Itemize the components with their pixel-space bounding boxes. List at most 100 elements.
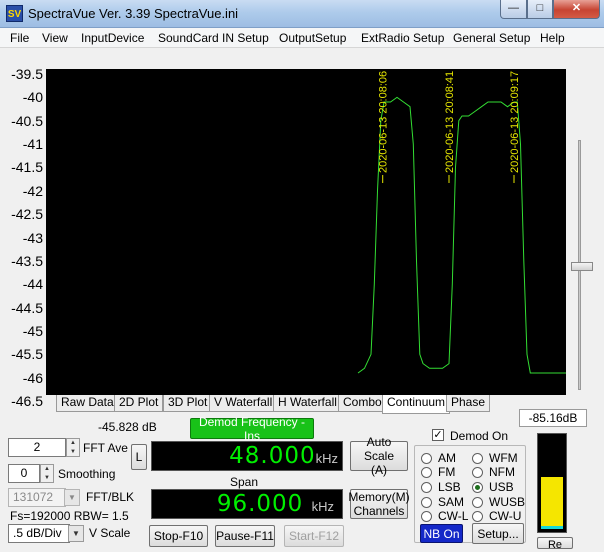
app-icon: SV [6,5,23,22]
start-button[interactable]: Start-F12 [284,525,344,547]
menu-help[interactable]: Help [540,31,565,45]
span-display[interactable]: 96.000 kHz [151,489,343,519]
y-tick-label: -42.5 [11,206,43,223]
menu-general-setup[interactable]: General Setup [453,31,530,45]
y-tick-label: -44.5 [11,299,43,316]
time-marker-label: 2020-06-13 20:08:41 [444,71,456,173]
spin-down-icon: ▼ [70,448,76,455]
y-tick-label: -40 [22,89,43,106]
mode-wfm[interactable]: WFM [472,451,518,465]
y-tick-label: -46 [22,369,43,386]
mode-usb-label: USB [489,480,514,494]
radio-icon [472,496,483,508]
channels-label: Channels [353,504,405,518]
tab-3d-plot[interactable]: 3D Plot [163,395,213,412]
tab-combo[interactable]: Combo [338,395,387,412]
tab-v-waterfall[interactable]: V Waterfall [209,395,278,412]
y-tick-label: -43.5 [11,252,43,269]
radio-icon [472,452,483,464]
close-icon: ✕ [571,2,582,14]
mode-nfm[interactable]: NFM [472,465,515,479]
maximize-icon: □ [536,2,544,14]
y-axis: -39.5 -40 -40.5 -41 -41.5 -42 -42.5 -43 -43.5 -44… [0,62,46,410]
mode-fm[interactable]: FM [421,465,455,479]
tab-continuum[interactable]: Continuum [382,395,451,414]
radio-icon [421,466,432,478]
mode-sam-label: SAM [438,495,465,509]
tab-raw-data[interactable]: Raw Data [56,395,119,412]
span-value: 96.000 [216,491,304,517]
close-button[interactable]: ✕ [553,0,600,19]
frequency-value: 48.000 [229,443,316,469]
l-button[interactable]: L [131,444,147,470]
tab-phase[interactable]: Phase [446,395,491,412]
smoothing-label: Smoothing [58,467,116,481]
radio-icon [472,510,483,522]
y-tick-label: -40.5 [11,112,43,129]
fft-ave-stepper[interactable]: ▲ ▼ [66,438,80,457]
mode-am[interactable]: AM [421,451,456,465]
mode-cw-u[interactable]: CW-U [472,509,521,523]
radio-icon [421,496,432,508]
menu-inputdevice[interactable]: InputDevice [81,31,144,45]
y-tick-label: -42 [22,182,43,199]
spectrum-plot[interactable]: 2020-06-13 20:08:06 2020-06-13 20:08:41 20… [46,69,566,395]
setup-button[interactable]: Setup... [472,523,524,544]
audio-level-fill [541,477,563,529]
audio-level-meter [537,433,567,533]
demod-frequency-button[interactable]: Demod Frequency - Ins [190,415,314,443]
mode-wusb[interactable]: WUSB [472,495,525,509]
mode-usb[interactable]: USB [472,480,514,494]
fft-ave-label: FFT Ave [83,441,128,455]
y-tick-label: -43 [22,229,43,246]
y-tick-label: -41 [22,136,43,153]
fft-ave-input[interactable]: 2 [8,438,66,457]
span-label: Span [230,475,259,489]
memory-channels-button[interactable]: Memory(M) Channels [348,489,410,519]
nb-on-button[interactable]: NB On [420,524,463,543]
mode-cw-l[interactable]: CW-L [421,509,468,523]
smoothing-stepper[interactable]: ▲ ▼ [40,464,54,483]
menu-file[interactable]: File [10,31,29,45]
menu-soundcard-in-setup[interactable]: SoundCard IN Setup [158,31,269,45]
auto-scale-shortcut: (A) [371,463,387,477]
time-marker-label: 2020-06-13 20:08:06 [378,71,390,173]
fs-rbw-readout: Fs=192000 RBW= 1.5 [10,509,129,523]
tab-h-waterfall[interactable]: H Waterfall [273,395,342,412]
menu-outputsetup[interactable]: OutputSetup [279,31,346,45]
memory-label: Memory(M) [348,490,410,504]
smoothing-input[interactable]: 0 [8,464,40,483]
mode-sam[interactable]: SAM [421,495,464,509]
y-tick-label: -44 [22,276,43,293]
mode-wfm-label: WFM [489,451,518,465]
chevron-down-icon[interactable]: ▼ [64,489,80,506]
fft-blk-select[interactable]: 131072 [8,488,66,507]
pause-button[interactable]: Pause-F11 [215,525,275,547]
stop-button[interactable]: Stop-F10 [149,525,208,547]
meter-button[interactable]: Re [537,537,573,551]
window-title: SpectraVue Ver. 3.39 SpectraVue.ini [28,6,239,21]
maximize-button[interactable]: □ [527,0,553,19]
mode-cw-l-label: CW-L [438,509,469,523]
frequency-unit: kHz [315,451,338,466]
mode-lsb[interactable]: LSB [421,480,461,494]
radio-icon [421,452,432,464]
vertical-slider-thumb[interactable] [571,262,593,271]
auto-scale-button[interactable]: Auto Scale (A) [350,435,408,477]
menu-extradio-setup[interactable]: ExtRadio Setup [361,31,444,45]
tab-2d-plot[interactable]: 2D Plot [114,395,164,412]
spin-up-icon: ▲ [70,440,76,446]
vscale-select[interactable]: .5 dB/Div [8,524,70,543]
level-readout-left: -45.828 dB [98,420,157,434]
radio-selected-icon [472,481,483,493]
demod-on-checkbox[interactable]: ✓ [432,429,444,441]
minimize-button[interactable]: — [500,0,527,19]
y-tick-label: -39.5 [11,66,43,82]
level-readout-right: -85.16dB [519,409,587,427]
menu-view[interactable]: View [42,31,68,45]
chevron-down-icon[interactable]: ▼ [68,525,84,542]
frequency-display[interactable]: 48.000kHz [151,441,343,471]
audio-level-floor [541,526,563,529]
spectrum-svg: 2020-06-13 20:08:06 2020-06-13 20:08:41 20… [357,71,566,374]
y-tick-label: -46.5 [11,393,43,409]
